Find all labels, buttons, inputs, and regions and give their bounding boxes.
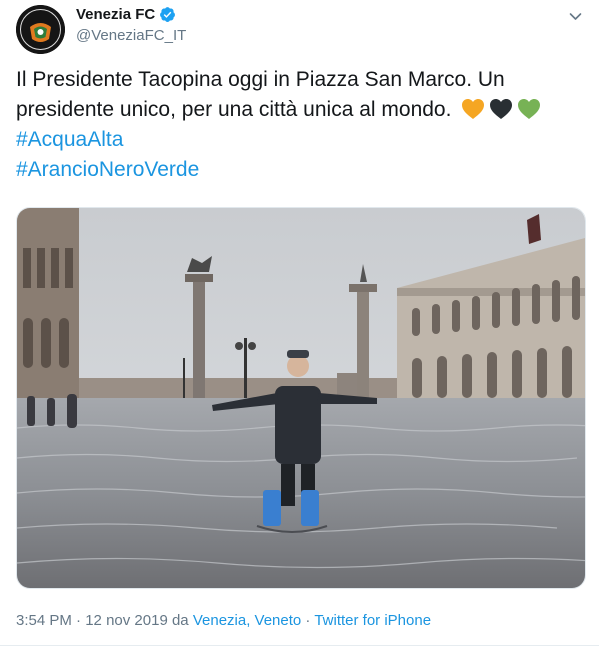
green-heart-icon — [518, 99, 541, 119]
piazza-san-marco-photo — [17, 208, 585, 588]
chevron-down-icon[interactable] — [569, 10, 582, 23]
tweet-meta: 3:54 PM · 12 nov 2019 da Venezia, Veneto… — [16, 612, 431, 629]
black-heart-icon — [490, 99, 513, 119]
tweet-date[interactable]: 12 nov 2019 — [85, 612, 168, 629]
location-link[interactable]: Venezia, Veneto — [193, 612, 301, 629]
display-name[interactable]: Venezia FC — [76, 6, 155, 23]
venezia-fc-logo — [16, 5, 65, 54]
author-handle[interactable]: @VeneziaFC_IT — [76, 27, 186, 44]
orange-heart-icon — [462, 99, 485, 119]
tweet-text-line-2: presidente unico, per una città unica al… — [16, 95, 576, 125]
tweet-text-line-2-text: presidente unico, per una città unica al… — [16, 98, 452, 121]
meta-separator: · — [71, 612, 86, 629]
avatar[interactable] — [16, 5, 65, 54]
hashtag-acqua-alta[interactable]: #AcquaAlta — [16, 125, 576, 155]
tweet-text-line-1: Il Presidente Tacopina oggi in Piazza Sa… — [16, 68, 505, 91]
hashtag-arancio-nero-verde[interactable]: #ArancioNeroVerde — [16, 155, 576, 185]
source-link[interactable]: Twitter for iPhone — [314, 612, 431, 629]
author-name-row[interactable]: Venezia FC — [76, 6, 176, 23]
meta-da: da — [167, 612, 193, 629]
verified-badge-icon — [160, 7, 176, 22]
tweet-text: Il Presidente Tacopina oggi in Piazza Sa… — [16, 65, 576, 185]
tweet-photo[interactable] — [16, 207, 586, 589]
tweet-time[interactable]: 3:54 PM — [16, 612, 72, 629]
meta-separator: · — [301, 612, 315, 629]
divider — [0, 645, 599, 646]
